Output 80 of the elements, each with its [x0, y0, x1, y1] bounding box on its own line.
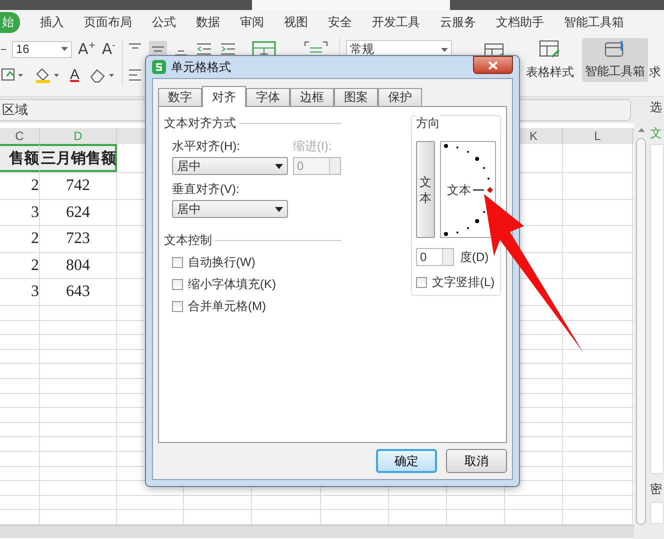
name-box[interactable]: 区域	[2, 101, 28, 119]
degrees-field[interactable]: 0	[416, 248, 454, 266]
table-cell: 624	[66, 204, 90, 222]
field-label: 缩进(I):	[293, 138, 333, 155]
dialog-tab[interactable]: 对齐	[202, 86, 246, 107]
checkbox-label: 文字竖排(L)	[432, 274, 495, 291]
field-label: 水平对齐(H):	[172, 138, 241, 155]
font-size-field[interactable]: 16	[12, 40, 72, 58]
table-cell: 2	[31, 230, 39, 248]
checkbox-label: 缩小字体填充(K)	[188, 276, 276, 293]
dropdown-caret-icon	[275, 164, 283, 168]
dialog-tab[interactable]: 字体	[246, 88, 290, 106]
scroll-up-icon[interactable]	[638, 128, 644, 132]
align-left-icon[interactable]	[127, 67, 143, 83]
dialog-tab[interactable]: 边框	[290, 88, 334, 106]
column-header[interactable]: L	[563, 128, 633, 144]
close-button[interactable]	[473, 56, 513, 74]
fill-color-icon[interactable]	[34, 67, 60, 83]
field-label: 度(D)	[460, 248, 489, 266]
table-cell: 742	[66, 177, 90, 195]
pane-label: 密	[650, 482, 663, 496]
menu-tab[interactable]: 数据	[196, 12, 220, 32]
checkbox[interactable]	[172, 257, 183, 268]
menu-tab[interactable]: 公式	[152, 12, 176, 32]
table-cell: 804	[66, 256, 90, 274]
checkbox-label: 自动换行(W)	[188, 254, 256, 271]
dialog-tab[interactable]: 保护	[378, 88, 422, 106]
shrink-font-button[interactable]: A$^{-}$	[102, 40, 116, 58]
menu-tab[interactable]: 审阅	[240, 12, 264, 32]
menu-tab[interactable]: 云服务	[440, 12, 476, 32]
pane-label: 选	[650, 100, 663, 114]
dialog-tab[interactable]: 图案	[334, 88, 378, 106]
menu-tab[interactable]: 安全	[328, 12, 352, 32]
dialog-button[interactable]: 取消	[446, 449, 507, 473]
section-heading: 文本对齐方式	[164, 115, 341, 132]
table-cell: 3	[31, 283, 39, 301]
grow-font-button[interactable]: A$^{+}$	[78, 40, 96, 58]
table-cell: 643	[66, 283, 90, 301]
dropdown-caret-icon	[275, 206, 283, 212]
table-cell-text: 售额	[9, 149, 39, 168]
close-icon	[488, 60, 498, 70]
border-icon[interactable]	[0, 67, 24, 83]
dial-text: 文本	[447, 182, 471, 199]
table-cell: 723	[66, 230, 90, 248]
checkbox-label: 合并单元格(M)	[188, 298, 266, 315]
menu-tab[interactable]: 智能工具箱	[564, 12, 624, 32]
dash-icon	[1, 48, 6, 50]
checkbox[interactable]	[172, 279, 183, 290]
checkbox[interactable]	[416, 277, 427, 288]
eraser-icon[interactable]	[89, 67, 116, 83]
dialog-button[interactable]: 确定	[376, 449, 437, 473]
decrease-indent-icon[interactable]	[195, 41, 213, 57]
table-cell: 3	[31, 204, 39, 222]
orientation-dial[interactable]	[444, 144, 493, 236]
smart-toolbox-button[interactable]: 智能工具箱	[582, 38, 648, 82]
menu-tab[interactable]: 视图	[284, 12, 308, 32]
dialog-tab[interactable]: 数字	[158, 88, 202, 106]
table-cell: 2	[31, 177, 39, 195]
dropdown-caret-icon	[61, 47, 68, 51]
increase-indent-icon[interactable]	[219, 41, 237, 57]
checkbox[interactable]	[172, 301, 183, 312]
scrollbar-thumb[interactable]	[636, 138, 646, 525]
app-logo-icon	[152, 60, 166, 74]
field-label: 垂直对齐(V):	[172, 181, 240, 198]
toolbar-label[interactable]: 求	[649, 64, 661, 81]
table-style-button[interactable]: 表格样式	[522, 38, 578, 83]
font-color-button[interactable]: A	[70, 68, 80, 82]
menu-tab[interactable]: 开发工具	[372, 12, 420, 32]
vertical-text-button[interactable]: 文本	[416, 141, 435, 238]
section-heading: 文本控制	[164, 232, 341, 249]
dialog-title: 单元格格式	[171, 58, 231, 76]
menu-tab[interactable]: 插入	[40, 12, 64, 32]
dropdown-caret-icon	[441, 48, 448, 52]
menu-tab[interactable]: 页面布局	[84, 12, 132, 32]
table-cell: 2	[31, 256, 39, 274]
vertical-align-dropdown[interactable]: 居中	[172, 200, 288, 218]
horizontal-align-dropdown[interactable]: 居中	[172, 157, 288, 175]
menu-tab[interactable]: 文档助手	[496, 12, 544, 32]
pane-field[interactable]	[650, 502, 664, 524]
table-pen-icon	[538, 40, 562, 60]
